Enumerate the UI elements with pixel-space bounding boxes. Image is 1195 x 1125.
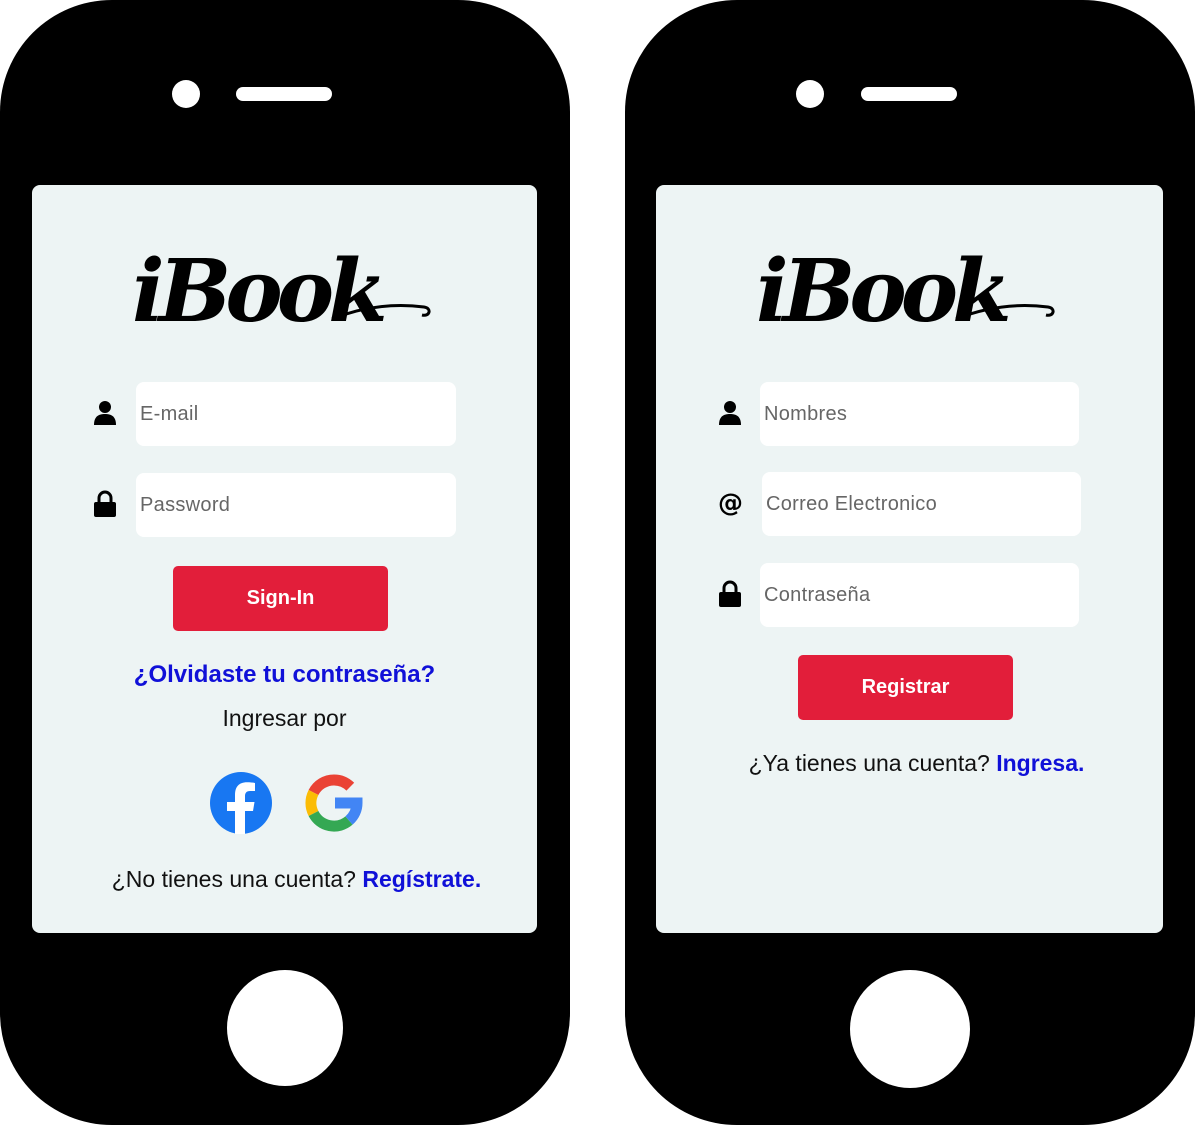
at-icon: @ [718, 488, 743, 517]
password-input[interactable] [136, 473, 456, 537]
signin-button[interactable]: Sign-In [173, 566, 388, 631]
ibook-logo: iBook [756, 237, 1056, 353]
login-phone: iBook Sign-In ¿Olvidaste tu contraseña? … [0, 0, 570, 1125]
logo-swash [331, 304, 431, 321]
email-input[interactable] [136, 382, 456, 446]
register-phone: iBook @ Registrar ¿Ya tienes una cuenta?… [625, 0, 1195, 1125]
user-icon [718, 400, 744, 428]
home-button[interactable] [227, 970, 343, 1086]
lock-icon [93, 490, 119, 518]
facebook-icon[interactable] [209, 771, 273, 840]
register-screen: iBook @ Registrar ¿Ya tienes una cuenta?… [656, 185, 1163, 933]
home-button[interactable] [850, 970, 970, 1088]
email-input[interactable] [762, 472, 1081, 536]
no-account-text: ¿No tienes una cuenta? [111, 866, 356, 892]
register-button[interactable]: Registrar [798, 655, 1013, 720]
login-link[interactable]: Ingresa. [996, 750, 1084, 776]
speaker-icon [861, 87, 957, 101]
ibook-logo: iBook [132, 237, 432, 353]
speaker-icon [236, 87, 332, 101]
ingresar-por-label: Ingresar por [222, 705, 347, 731]
names-input[interactable] [760, 382, 1079, 446]
user-icon [93, 400, 119, 428]
password-input[interactable] [760, 563, 1079, 627]
have-account-row: ¿Ya tienes una cuenta? Ingresa. [664, 750, 1169, 777]
logo-swash [955, 304, 1055, 321]
login-screen: iBook Sign-In ¿Olvidaste tu contraseña? … [32, 185, 537, 933]
camera-icon [172, 80, 200, 108]
lock-icon [718, 580, 744, 608]
no-account-row: ¿No tienes una cuenta? Regístrate. [44, 866, 549, 893]
forgot-password-link[interactable]: ¿Olvidaste tu contraseña? [134, 661, 435, 688]
have-account-text: ¿Ya tienes una cuenta? [748, 750, 990, 776]
register-link[interactable]: Regístrate. [362, 866, 481, 892]
google-icon[interactable] [302, 771, 366, 840]
camera-icon [796, 80, 824, 108]
forgot-password-row: ¿Olvidaste tu contraseña? [32, 661, 537, 689]
